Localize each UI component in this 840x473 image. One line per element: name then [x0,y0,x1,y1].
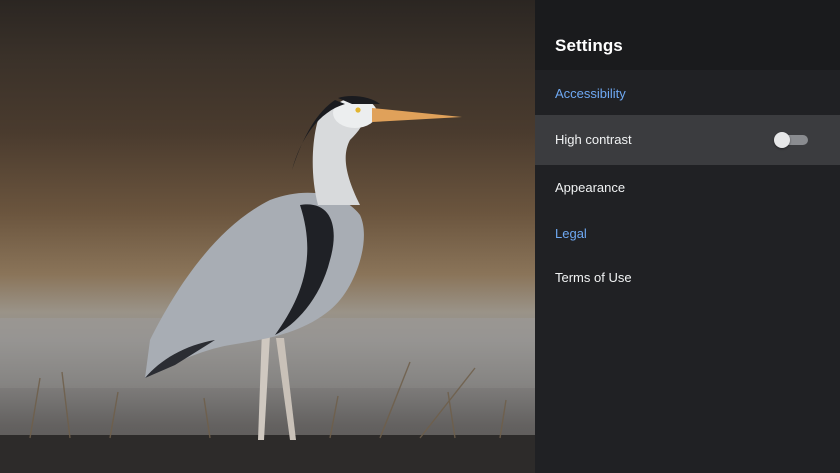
appearance-row[interactable]: Appearance [535,165,840,210]
high-contrast-label: High contrast [555,132,632,147]
high-contrast-row[interactable]: High contrast [535,115,840,165]
terms-of-use-label: Terms of Use [555,269,632,285]
section-header-legal: Legal [555,226,587,241]
background-photo [0,0,535,473]
appearance-label: Appearance [555,179,626,195]
heron-illustration [0,96,535,473]
settings-panel: Settings Accessibility High contrast App… [535,0,840,473]
terms-of-use-row[interactable]: Terms of Use [535,255,840,300]
section-header-accessibility: Accessibility [555,86,626,101]
tv-screen: Settings Accessibility High contrast App… [0,0,840,473]
toggle-thumb [774,132,790,148]
page-title: Settings [555,36,623,55]
high-contrast-toggle[interactable] [774,132,808,148]
settings-header: Settings [535,0,840,70]
